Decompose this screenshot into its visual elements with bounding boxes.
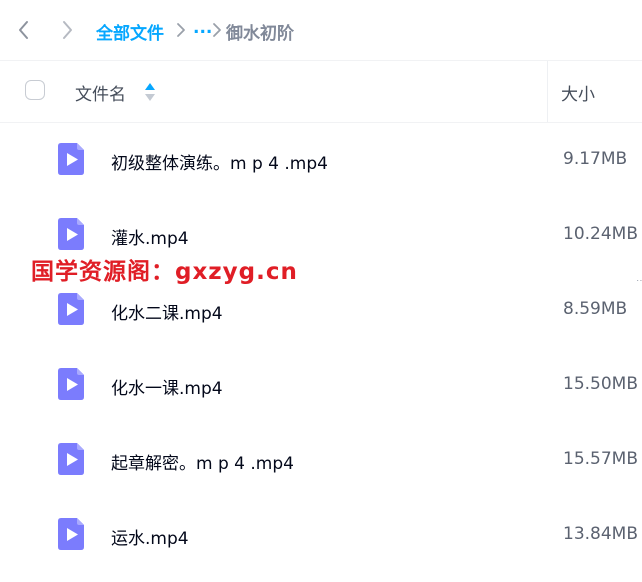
table-row[interactable]: 初级整体演练。m p 4 .mp4 9.17MB bbox=[0, 122, 642, 197]
watermark-prefix: 国学资源阁： bbox=[31, 259, 175, 285]
file-name[interactable]: 化水二课.mp4 bbox=[111, 299, 223, 324]
column-header-size[interactable]: 大小 bbox=[561, 80, 595, 105]
file-size: 10.24MB bbox=[563, 224, 638, 244]
file-name[interactable]: 化水一课.mp4 bbox=[111, 374, 223, 399]
select-all-checkbox[interactable] bbox=[25, 80, 45, 100]
breadcrumb-ellipsis-link[interactable]: ... bbox=[193, 18, 212, 38]
forward-button[interactable] bbox=[57, 18, 77, 42]
file-name[interactable]: 灌水.mp4 bbox=[111, 224, 189, 249]
video-file-icon bbox=[56, 517, 86, 551]
watermark: 国学资源阁：gxzyg.cn bbox=[31, 252, 298, 286]
file-size: 13.84MB bbox=[563, 524, 638, 544]
table-row[interactable]: 起章解密。m p 4 .mp4 15.57MB bbox=[0, 422, 642, 497]
back-button[interactable] bbox=[14, 18, 34, 42]
table-row[interactable]: 化水一课.mp4 15.50MB bbox=[0, 347, 642, 422]
breadcrumb-current-folder: 御水初阶 bbox=[226, 24, 294, 44]
video-file-icon bbox=[56, 442, 86, 476]
scroll-edge-marker: ⋮ bbox=[635, 276, 642, 285]
video-file-icon bbox=[56, 142, 86, 176]
file-name[interactable]: 起章解密。m p 4 .mp4 bbox=[111, 449, 294, 474]
file-size: 15.57MB bbox=[563, 449, 638, 469]
sort-icon[interactable] bbox=[144, 82, 156, 102]
video-file-icon bbox=[56, 292, 86, 326]
file-size: 9.17MB bbox=[563, 149, 628, 169]
watermark-url: gxzyg.cn bbox=[175, 259, 298, 285]
table-header: 文件名 大小 bbox=[0, 60, 642, 123]
file-size: 15.50MB bbox=[563, 374, 638, 394]
breadcrumb-separator-icon bbox=[177, 23, 185, 37]
table-row[interactable]: 运水.mp4 13.84MB bbox=[0, 497, 642, 572]
column-divider[interactable] bbox=[547, 61, 548, 122]
video-file-icon bbox=[56, 217, 86, 251]
breadcrumb-root-link[interactable]: 全部文件 bbox=[96, 19, 164, 44]
breadcrumb-bar: 全部文件 ... 御水初阶 bbox=[0, 0, 642, 60]
breadcrumb-separator-icon bbox=[213, 23, 221, 37]
chevron-right-icon bbox=[63, 21, 72, 39]
column-header-name[interactable]: 文件名 bbox=[75, 80, 126, 105]
file-size: 8.59MB bbox=[563, 299, 628, 319]
chevron-left-icon bbox=[19, 21, 28, 39]
file-name[interactable]: 初级整体演练。m p 4 .mp4 bbox=[111, 149, 328, 174]
video-file-icon bbox=[56, 367, 86, 401]
file-name[interactable]: 运水.mp4 bbox=[111, 524, 189, 549]
